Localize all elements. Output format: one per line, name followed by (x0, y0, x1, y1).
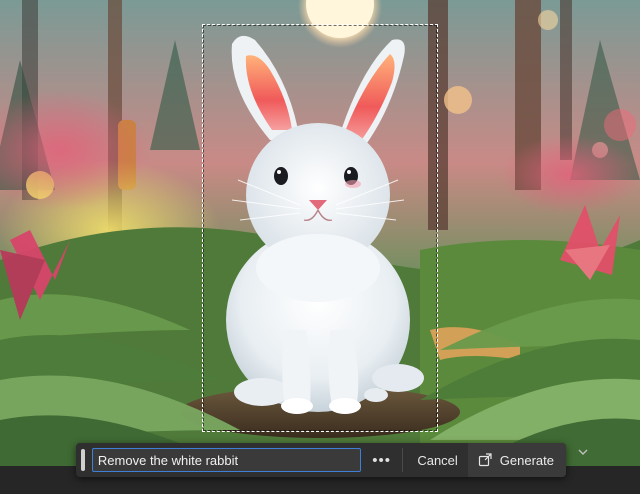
prompt-input[interactable] (91, 448, 361, 472)
image-canvas[interactable] (0, 0, 640, 466)
cancel-button[interactable]: Cancel (409, 448, 465, 472)
selection-marquee[interactable] (202, 24, 438, 432)
drag-handle[interactable] (81, 449, 85, 471)
divider (402, 448, 404, 472)
generate-button[interactable]: Generate (467, 443, 566, 477)
chevron-down-icon[interactable] (578, 447, 588, 457)
more-options-button[interactable]: ••• (367, 448, 396, 472)
generate-label: Generate (499, 452, 554, 468)
cancel-label: Cancel (417, 452, 458, 468)
generative-fill-prompt-bar: ••• Cancel Generate (76, 443, 566, 477)
more-options-icon: ••• (372, 451, 392, 469)
generate-icon (478, 453, 492, 467)
